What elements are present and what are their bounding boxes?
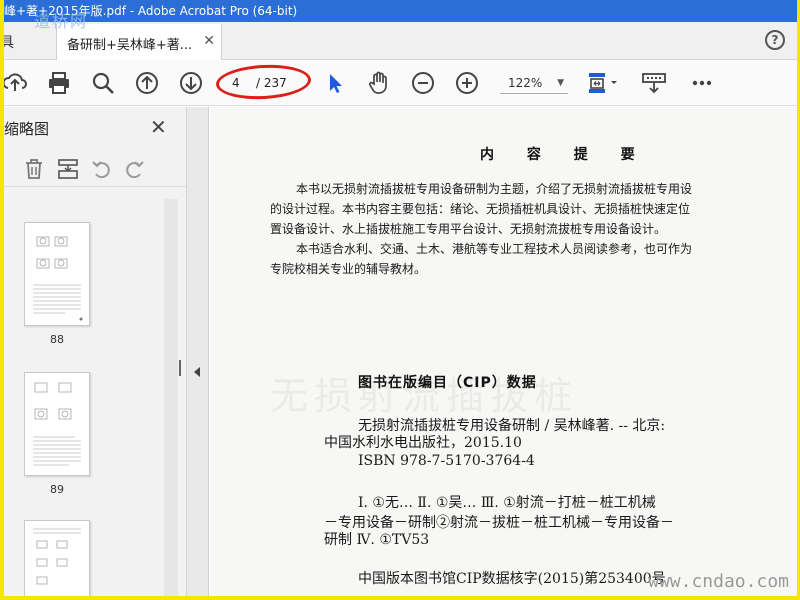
close-panel-icon[interactable]: ✕ (150, 115, 167, 139)
search-icon[interactable] (90, 70, 116, 96)
toolbar: 4 / 237 122% ▼ (4, 60, 797, 106)
panel-title: 缩略图 (4, 120, 50, 138)
title-bar: 峰+著+2015年版.pdf - Adobe Acrobat Pro (64-b… (4, 0, 797, 22)
close-icon[interactable]: ✕ (203, 33, 215, 49)
splitter-grip[interactable] (179, 360, 181, 376)
collapse-panel-icon[interactable] (194, 367, 200, 377)
site-watermark-url: www.cndao.com (648, 571, 789, 592)
select-cursor-icon[interactable] (322, 70, 348, 96)
chevron-down-icon: ▼ (557, 78, 564, 88)
thumbnail-page-number: 89 (50, 483, 64, 496)
help-icon[interactable]: ? (765, 30, 785, 50)
page-thumbnail[interactable] (24, 520, 90, 596)
abstract-line: 置设备设计、水上插拔桩施工专用平台设计、无损射流拔桩专用设备设计。 (270, 222, 667, 236)
undo-icon[interactable] (90, 157, 114, 181)
page-thumbnail[interactable] (24, 372, 90, 476)
hand-tool-icon[interactable] (366, 70, 392, 96)
scroll-mode-icon[interactable] (640, 70, 670, 96)
cip-line: ISBN 978-7-5170-3764-4 (358, 453, 535, 469)
cip-line: 中国水利水电出版社，2015.10 (324, 435, 522, 451)
next-page-icon[interactable] (178, 70, 204, 96)
upload-cloud-icon[interactable] (4, 70, 28, 96)
abstract-heading: 内 容 提 要 (480, 147, 649, 163)
sidebar-scrollbar[interactable] (164, 199, 178, 596)
cip-line: Ⅰ. ①无… Ⅱ. ①吴… Ⅲ. ①射流－打桩－桩工机械 (358, 495, 656, 511)
thumbnail-page-number: 88 (50, 333, 64, 346)
site-watermark: 道桥网 (34, 12, 89, 31)
document-view[interactable]: 无损射流插拔桩 内 容 提 要 本书以无损射流插拔桩专用设备研制为主题，介绍了无… (210, 107, 797, 596)
insert-page-icon[interactable] (56, 157, 80, 181)
abstract-line: 本书以无损射流插拔桩专用设备研制为主题，介绍了无损射流插拔桩专用设 (296, 182, 693, 196)
zoom-out-icon[interactable] (410, 70, 436, 96)
zoom-value: 122% (508, 76, 543, 90)
previous-page-icon[interactable] (134, 70, 160, 96)
cip-line: 中国版本图书馆CIP数据核字(2015)第253400号 (358, 571, 666, 587)
redo-icon[interactable] (122, 157, 146, 181)
more-options-icon[interactable] (688, 70, 718, 96)
page-thumbnail[interactable] (24, 222, 90, 326)
abstract-line: 的设计过程。本书内容主要包括：绪论、无损插桩机具设计、无损插桩快速定位 (270, 202, 691, 216)
tab-bar: 具 备研制+吴林峰+著... ✕ ? (4, 22, 797, 60)
panel-splitter[interactable] (179, 107, 209, 596)
cip-heading: 图书在版编目（CIP）数据 (358, 375, 537, 391)
abstract-line: 本书适合水利、交通、土木、港航等专业工程技术人员阅读参考，也可作为 (296, 242, 693, 256)
fit-page-icon[interactable] (586, 70, 626, 96)
abstract-line: 专院校相关专业的辅导教材。 (270, 262, 427, 276)
zoom-dropdown[interactable]: 122% ▼ (500, 72, 568, 94)
print-icon[interactable] (46, 70, 72, 96)
acrobat-window: 峰+著+2015年版.pdf - Adobe Acrobat Pro (64-b… (4, 0, 797, 596)
cip-line: 研制 Ⅳ. ①TV53 (324, 532, 430, 548)
zoom-in-icon[interactable] (454, 70, 480, 96)
tab-document-label: 备研制+吴林峰+著... (67, 38, 193, 53)
delete-icon[interactable] (22, 157, 46, 181)
tab-home[interactable]: 具 (4, 32, 14, 52)
thumbnails-panel: 缩略图 ✕ 88 89 (4, 107, 187, 596)
thumbnail-toolbar (4, 151, 186, 187)
annotation-circle (215, 62, 312, 102)
